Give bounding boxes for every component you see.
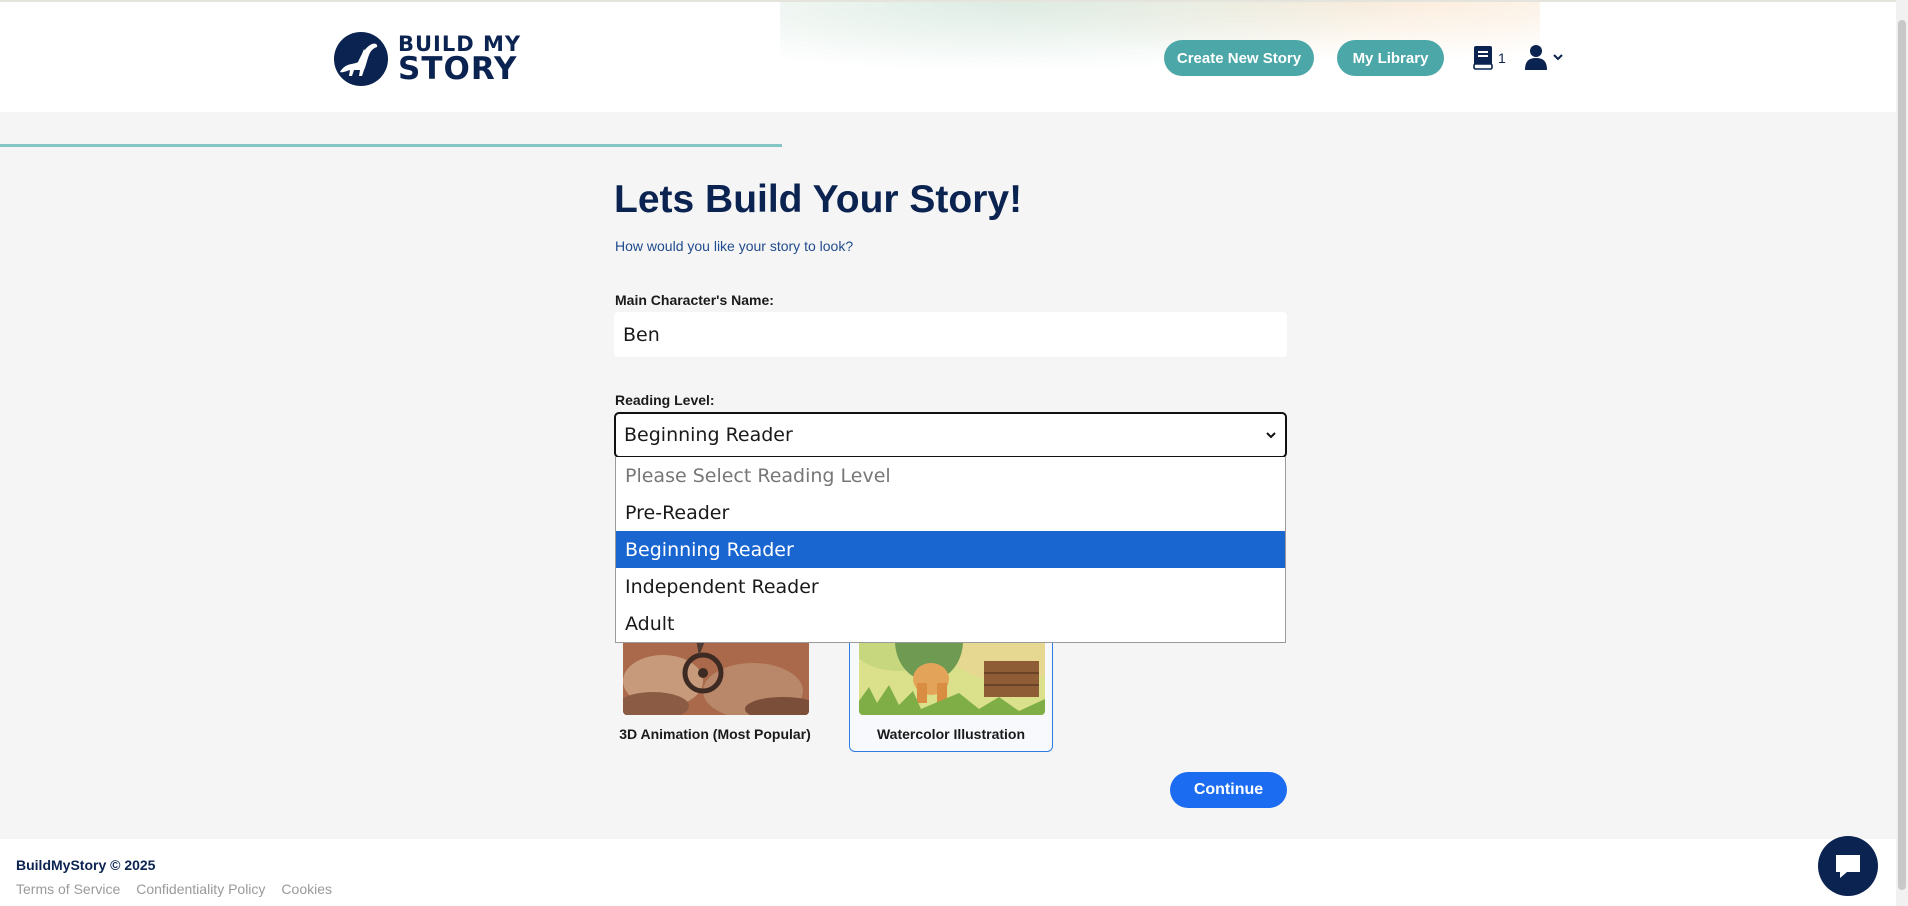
- copyright-text: BuildMyStory © 2025: [16, 857, 156, 873]
- chevron-down-icon: [1553, 54, 1563, 61]
- option-adult[interactable]: Adult: [616, 605, 1285, 642]
- chevron-down-icon: [1266, 432, 1276, 439]
- continue-button[interactable]: Continue: [1170, 772, 1287, 808]
- page-scrollbar[interactable]: [1896, 0, 1908, 906]
- book-count: 1: [1498, 50, 1506, 66]
- progress-bar: [0, 144, 1908, 147]
- chat-bubble-icon: [1836, 855, 1860, 878]
- user-menu[interactable]: [1524, 40, 1566, 74]
- option-independent-reader[interactable]: Independent Reader: [616, 568, 1285, 605]
- site-footer: BuildMyStory © 2025 Terms of Service Con…: [0, 839, 1908, 906]
- book-icon[interactable]: [1472, 45, 1494, 71]
- reading-level-selected-value: Beginning Reader: [624, 424, 793, 446]
- reading-level-label: Reading Level:: [615, 392, 715, 408]
- style-label-watercolor: Watercolor Illustration: [876, 726, 1026, 742]
- page-title: Lets Build Your Story!: [614, 178, 1023, 221]
- style-label-3d: 3D Animation (Most Popular): [619, 726, 811, 742]
- option-beginning-reader[interactable]: Beginning Reader: [616, 531, 1285, 568]
- character-name-label: Main Character's Name:: [615, 292, 774, 308]
- create-new-story-button[interactable]: Create New Story: [1164, 40, 1314, 76]
- dinosaur-logo-icon: [334, 32, 388, 86]
- site-header: BUILD MY STORY Create New Story My Libra…: [0, 0, 1908, 112]
- logo-line-2: STORY: [398, 50, 518, 87]
- confidentiality-policy-link[interactable]: Confidentiality Policy: [136, 881, 265, 897]
- reading-level-select[interactable]: Beginning Reader: [614, 412, 1287, 458]
- option-pre-reader[interactable]: Pre-Reader: [616, 494, 1285, 531]
- scrollbar-thumb[interactable]: [1898, 20, 1906, 890]
- reading-level-dropdown: Please Select Reading Level Pre-Reader B…: [615, 457, 1286, 643]
- site-logo[interactable]: BUILD MY STORY: [334, 32, 521, 86]
- terms-of-service-link[interactable]: Terms of Service: [16, 881, 120, 897]
- footer-links: Terms of Service Confidentiality Policy …: [16, 881, 332, 897]
- character-name-input[interactable]: [614, 312, 1287, 357]
- cookies-link[interactable]: Cookies: [281, 881, 332, 897]
- chat-button[interactable]: [1818, 836, 1878, 896]
- option-please-select[interactable]: Please Select Reading Level: [616, 457, 1285, 494]
- page-subtitle: How would you like your story to look?: [615, 238, 854, 254]
- logo-wordmark: BUILD MY STORY: [398, 33, 521, 87]
- user-icon: [1525, 45, 1547, 70]
- my-library-button[interactable]: My Library: [1337, 40, 1444, 76]
- progress-bar-fill: [0, 144, 783, 147]
